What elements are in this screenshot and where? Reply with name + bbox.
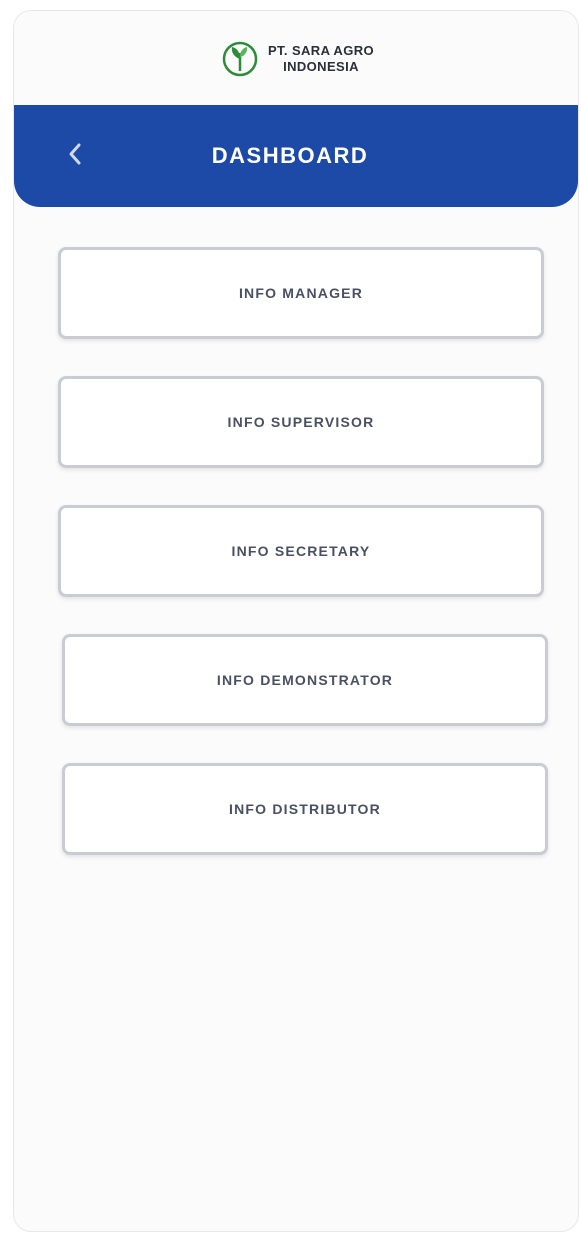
info-secretary-button[interactable]: INFO SECRETARY bbox=[58, 505, 544, 597]
back-button[interactable] bbox=[58, 139, 92, 173]
info-supervisor-button[interactable]: INFO SUPERVISOR bbox=[58, 376, 544, 468]
info-distributor-label: INFO DISTRIBUTOR bbox=[229, 801, 381, 817]
info-demonstrator-button[interactable]: INFO DEMONSTRATOR bbox=[62, 634, 548, 726]
info-secretary-label: INFO SECRETARY bbox=[231, 543, 371, 559]
info-manager-button[interactable]: INFO MANAGER bbox=[58, 247, 544, 339]
page-title: DASHBOARD bbox=[211, 143, 369, 168]
info-demonstrator-label: INFO DEMONSTRATOR bbox=[216, 672, 394, 688]
company-name-line2: INDONESIA bbox=[283, 59, 359, 74]
info-distributor-button[interactable]: INFO DISTRIBUTOR bbox=[62, 763, 548, 855]
app-screen: PT. SARA AGRO INDONESIA DASHBOARD INFO M… bbox=[13, 10, 579, 1232]
brand-bar: PT. SARA AGRO INDONESIA bbox=[14, 11, 578, 107]
info-manager-label: INFO MANAGER bbox=[238, 285, 364, 301]
plant-leaf-icon bbox=[218, 37, 262, 81]
company-name-line1: PT. SARA AGRO bbox=[267, 43, 375, 58]
info-supervisor-label: INFO SUPERVISOR bbox=[227, 414, 375, 430]
header-bar: DASHBOARD bbox=[14, 105, 578, 207]
company-name: PT. SARA AGRO INDONESIA bbox=[268, 43, 374, 75]
chevron-left-icon bbox=[65, 141, 85, 172]
